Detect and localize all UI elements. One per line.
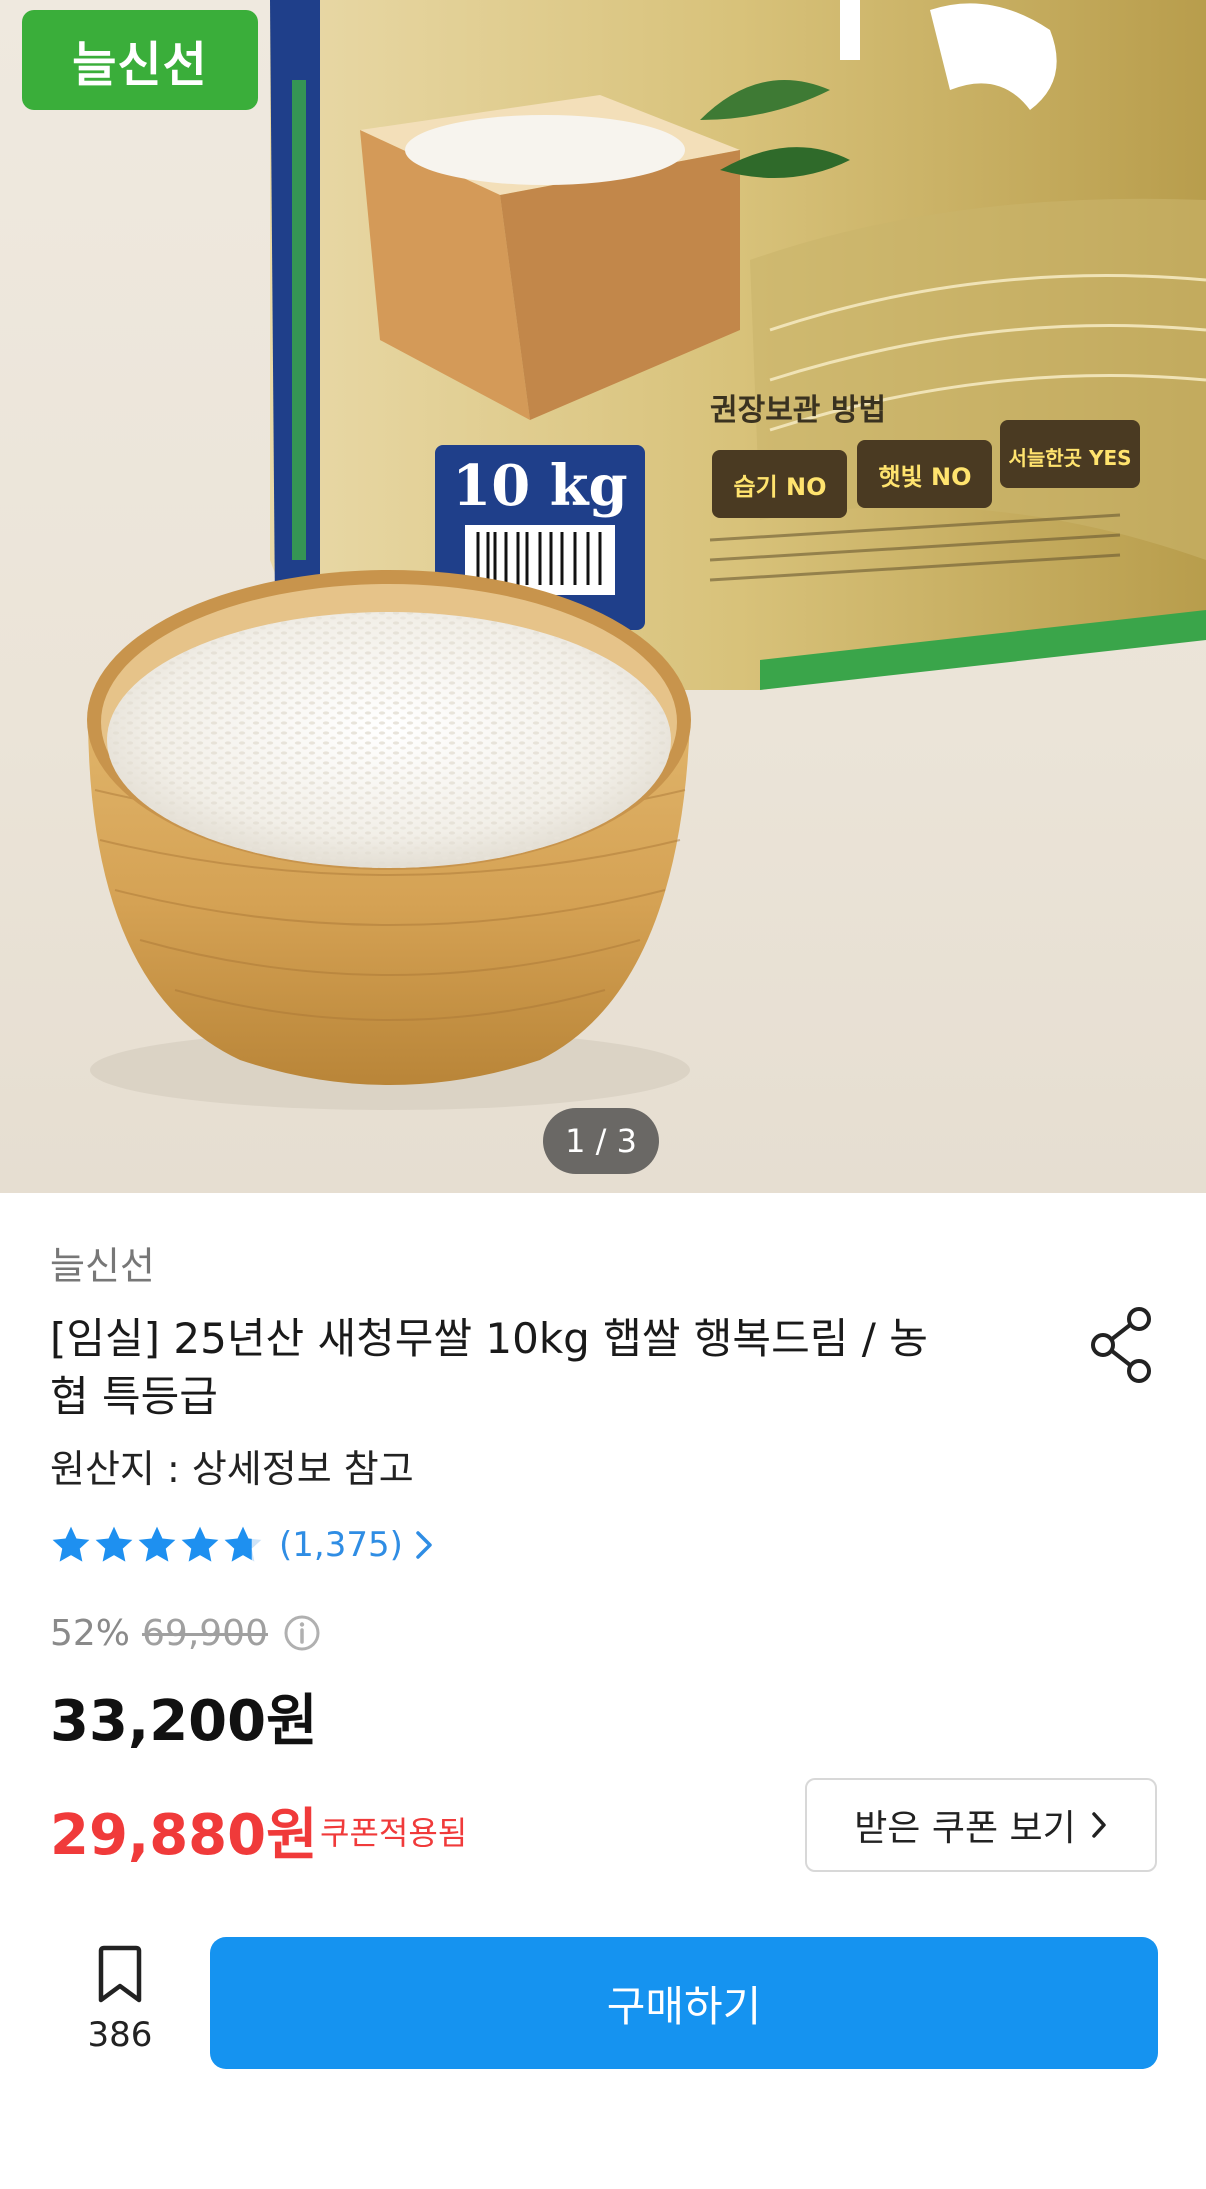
info-icon[interactable]: [282, 1613, 322, 1653]
star-icon: [95, 1526, 133, 1562]
product-image-gallery[interactable]: 10 kg 권장보관 방법 습기 NO 햇빛 NO 서늘한곳 YES 늘신선 1…: [0, 0, 1206, 1193]
discount-percent: 52%: [50, 1612, 131, 1654]
star-half-icon: [224, 1526, 262, 1562]
star-icon: [52, 1526, 90, 1562]
product-photo: 10 kg 권장보관 방법 습기 NO 햇빛 NO 서늘한곳 YES: [87, 0, 1206, 1110]
coupon-applied-label: 쿠폰적용됨: [320, 1814, 468, 1852]
rating-summary[interactable]: (1,375): [50, 1522, 435, 1568]
package-tag-1: 습기 NO: [733, 473, 826, 501]
view-coupons-label: 받은 쿠폰 보기: [854, 1808, 1076, 1849]
share-button[interactable]: [1085, 1305, 1161, 1385]
review-count[interactable]: (1,375): [279, 1525, 403, 1565]
star-icon: [181, 1526, 219, 1562]
sale-price: 33,200원: [50, 1689, 318, 1754]
chevron-right-icon: [416, 1531, 432, 1559]
product-title: [임실] 25년산 새청무쌀 10kg 햅쌀 행복드림 / 농협 특등급: [50, 1314, 928, 1421]
chevron-right-icon: [1092, 1812, 1106, 1838]
package-heading: 권장보관 방법: [710, 393, 886, 428]
package-weight-label: 10 kg: [452, 453, 627, 519]
star-icon: [138, 1526, 176, 1562]
discount-row: 52% 69,900: [50, 1608, 322, 1658]
save-count: 386: [87, 2015, 153, 2055]
seller-badge: 늘신선: [22, 10, 258, 110]
original-price: 69,900: [142, 1612, 268, 1654]
share-icon: [1091, 1307, 1151, 1383]
coupon-price: 29,880원: [50, 1803, 318, 1868]
bookmark-icon: [98, 1945, 142, 2003]
save-button[interactable]: 386: [70, 1945, 170, 2065]
package-tag-2: 햇빛 NO: [878, 463, 971, 491]
view-coupons-button[interactable]: 받은 쿠폰 보기: [805, 1778, 1157, 1872]
package-tag-3: 서늘한곳 YES: [1008, 446, 1131, 470]
image-page-indicator: 1 / 3: [543, 1108, 659, 1174]
origin-info: 원산지 : 상세정보 참고: [50, 1447, 414, 1491]
brand-name[interactable]: 늘신선: [50, 1235, 155, 1290]
buy-button[interactable]: 구매하기: [210, 1937, 1158, 2069]
